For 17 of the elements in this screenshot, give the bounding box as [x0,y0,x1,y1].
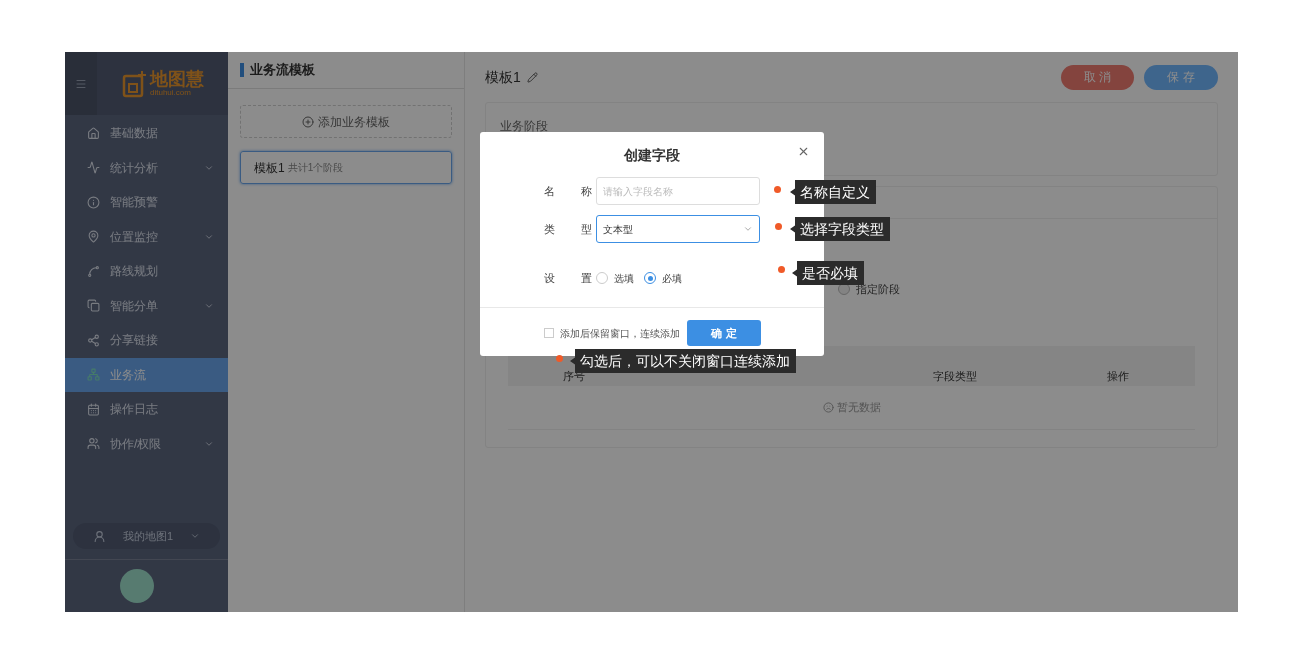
annotation-tooltip: 名称自定义 [790,180,876,204]
section-title: 业务阶段 [500,119,548,133]
checkbox-label: 添加后保留窗口，连续添加 [560,326,680,341]
annotation-tooltip: 是否必填 [792,261,864,285]
field-label: 名称 [544,183,596,199]
column-header: 操作 [1105,368,1130,384]
dialog-title: 创建字段 [624,146,680,165]
logo-domain: dituhui.com [150,89,192,97]
annotation-tooltip: 选择字段类型 [790,217,890,241]
field-label: 设置 [544,270,596,286]
panel-title: 业务流模板 [250,61,315,80]
template-name: 模板1 [254,159,285,177]
column-header: 字段类型 [932,368,978,384]
annotation-tooltip: 勾选后，可以不关闭窗口连续添加 [570,349,796,373]
field-label: 类型 [544,221,596,237]
template-title: 模板1 [485,67,521,87]
logo-name: 地图慧 [150,70,204,88]
